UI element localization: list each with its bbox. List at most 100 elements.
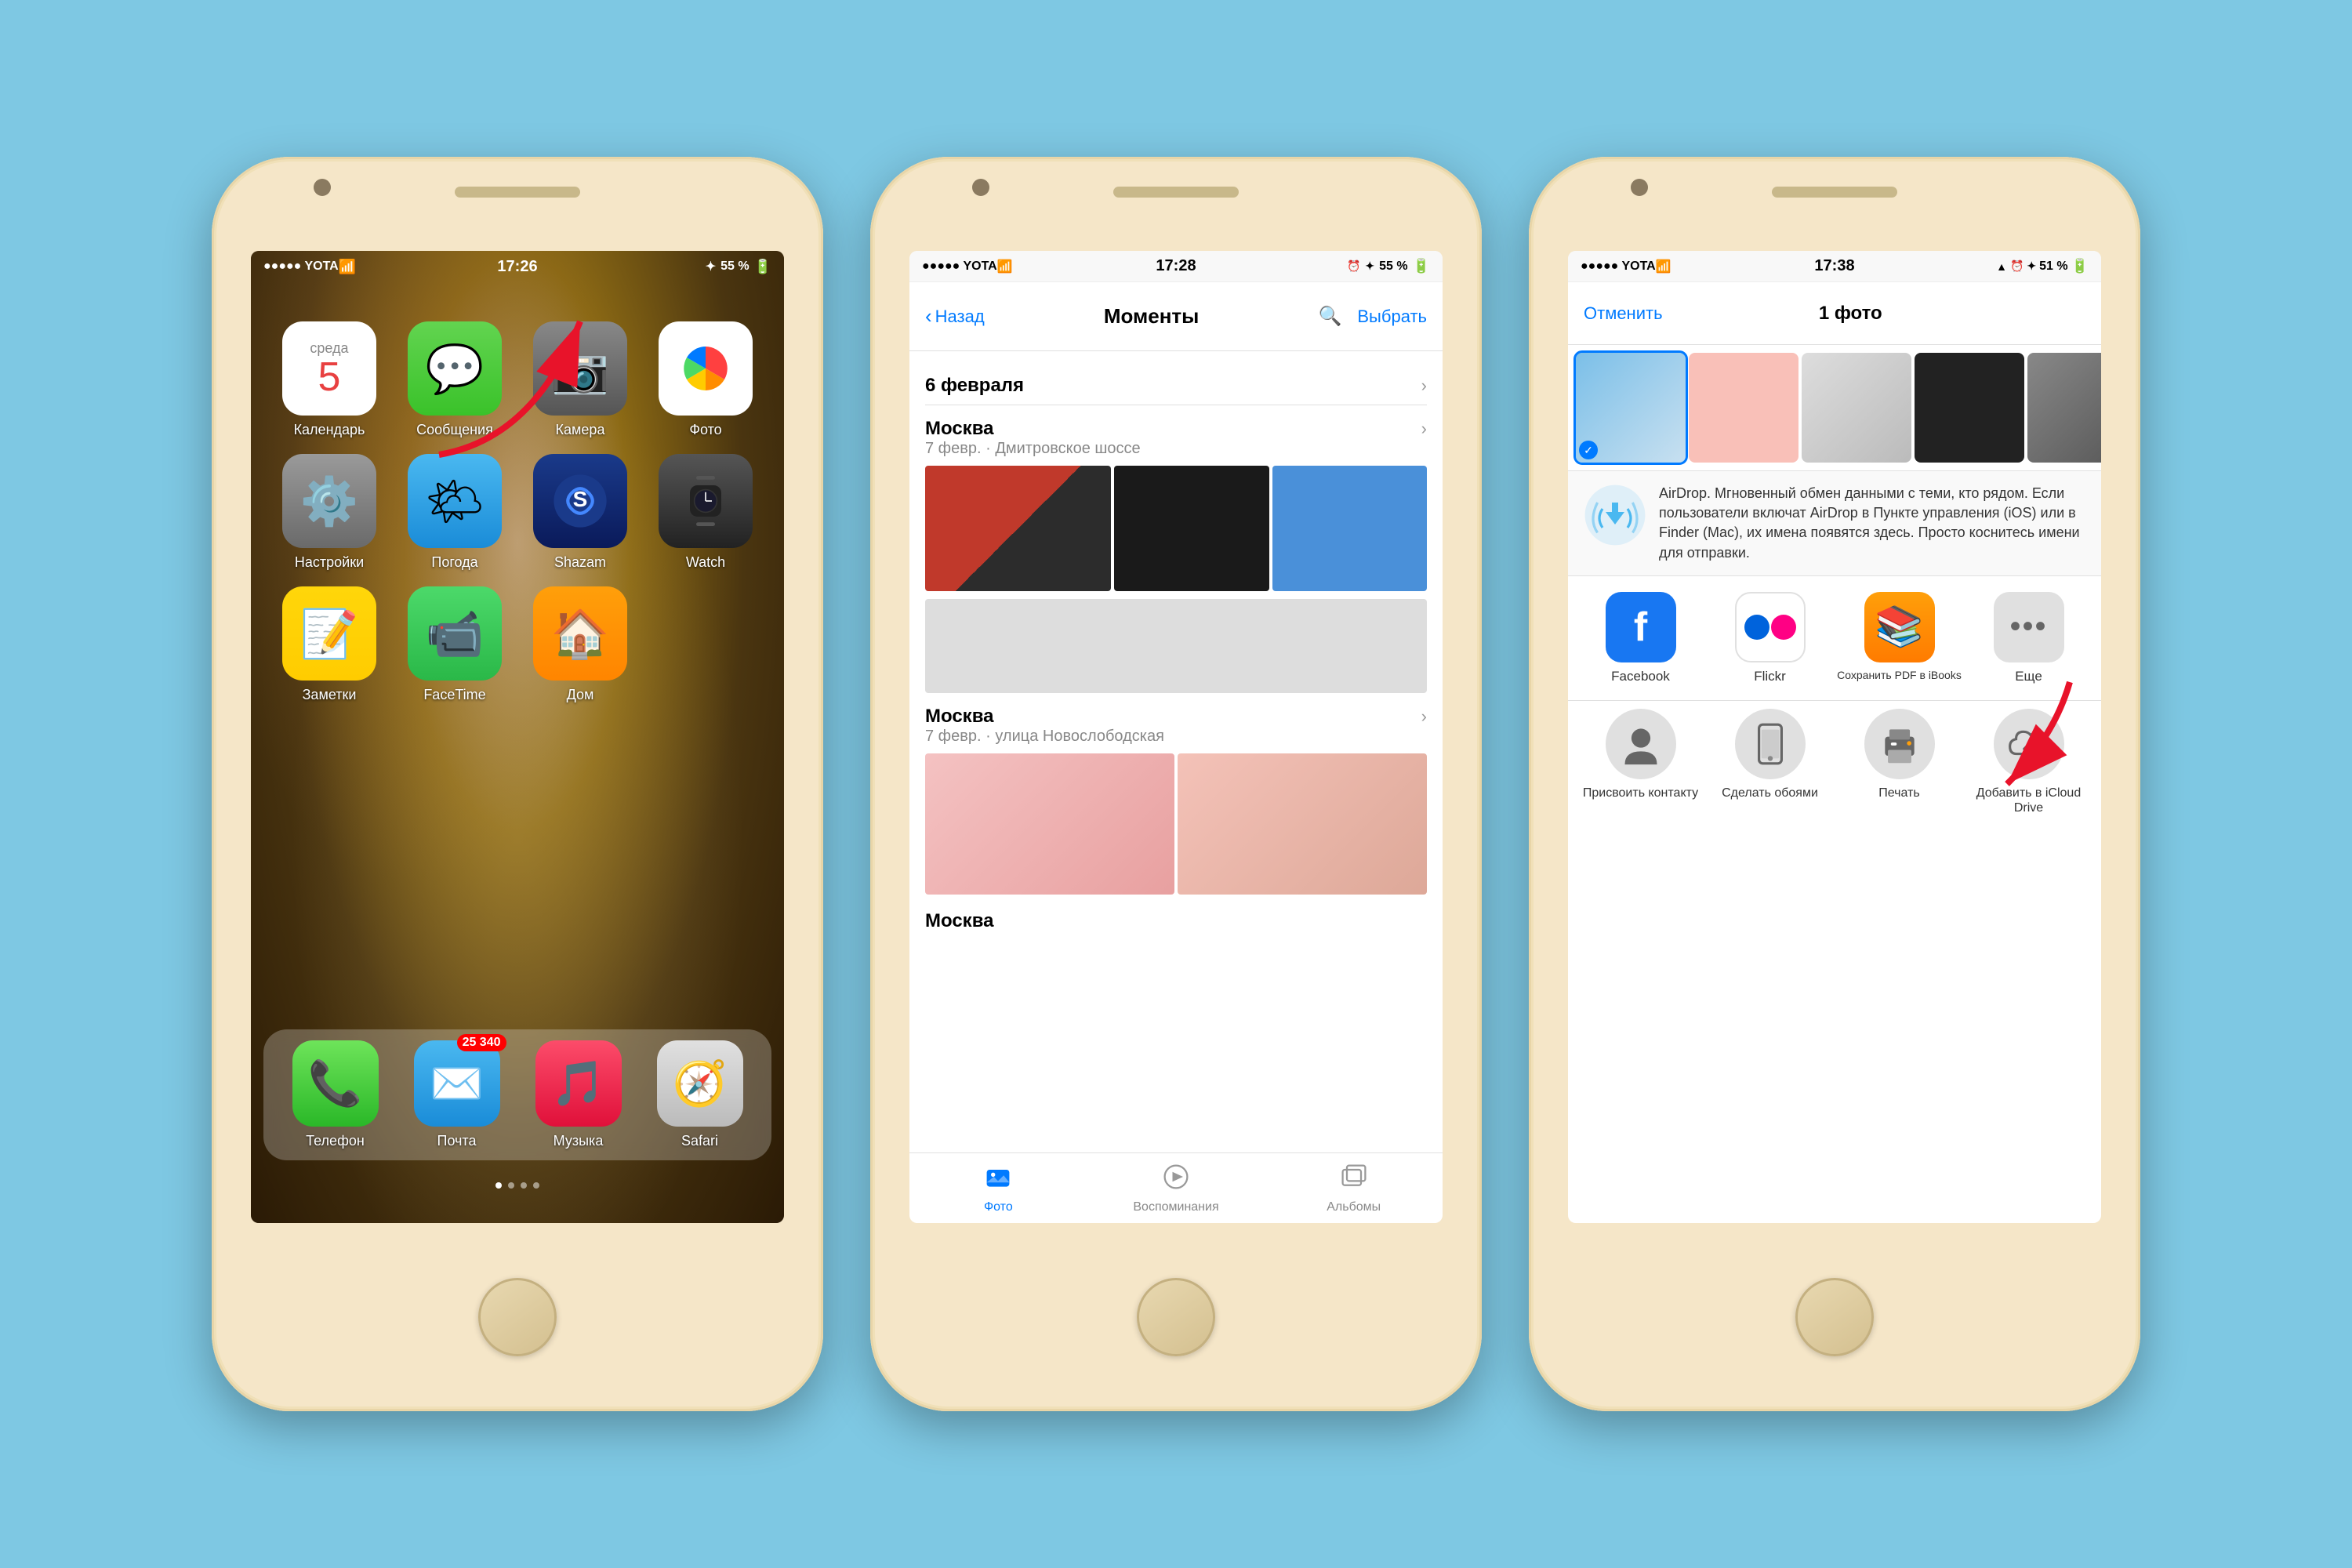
tab-albums[interactable]: Альбомы xyxy=(1265,1163,1443,1214)
front-camera-3 xyxy=(1631,179,1648,196)
weather-label: Погода xyxy=(431,554,477,571)
app-notes[interactable]: 📝 Заметки xyxy=(274,586,384,703)
front-camera-2 xyxy=(972,179,989,196)
search-icon-2[interactable]: 🔍 xyxy=(1318,305,1341,328)
app-facetime[interactable]: 📹 FaceTime xyxy=(400,586,510,703)
battery-2: 55 % xyxy=(1379,260,1407,274)
status-right-1: ✦ 55 % 🔋 xyxy=(706,259,771,275)
page-dot-2 xyxy=(508,1182,514,1189)
calendar-day: 5 xyxy=(318,357,341,397)
status-bar-3: ●●●●● YOTA 📶 17:38 ▲ ⏰ ✦ 51 % 🔋 xyxy=(1568,251,2101,282)
home-button-1[interactable] xyxy=(478,1278,557,1356)
wallpaper-action-icon xyxy=(1735,709,1806,779)
app-photos[interactable]: Фото xyxy=(651,321,760,438)
weather-icon: 🌤 xyxy=(408,454,502,548)
dock-phone[interactable]: 📞 Телефон xyxy=(292,1040,379,1149)
alarm-icon-2: ⏰ xyxy=(1347,260,1360,273)
facebook-symbol: f xyxy=(1634,604,1647,651)
share-icons-row: f Facebook Flickr xyxy=(1568,576,2101,700)
app-home[interactable]: 🏠 Дом xyxy=(525,586,635,703)
print-svg xyxy=(1878,722,1922,766)
contact-label: Присвоить контакту xyxy=(1583,786,1698,800)
date-section-1: 6 февраля › xyxy=(925,367,1427,405)
mail-badge: 25 340 xyxy=(457,1034,506,1051)
photo-blue-text[interactable] xyxy=(1272,466,1428,591)
home-button-2[interactable] xyxy=(1137,1278,1215,1356)
home-button-3[interactable] xyxy=(1795,1278,1874,1356)
app-shazam[interactable]: S Shazam xyxy=(525,454,635,571)
share-app: ●●●●● YOTA 📶 17:38 ▲ ⏰ ✦ 51 % 🔋 Отменить… xyxy=(1568,251,2101,1223)
alarm-icon-3: ⏰ xyxy=(2010,260,2024,273)
share-flickr[interactable]: Flickr xyxy=(1705,592,1835,684)
share-ibooks[interactable]: 📚 Сохранить PDF в iBooks xyxy=(1835,592,1964,684)
contact-action-icon xyxy=(1606,709,1676,779)
tab-memories-icon xyxy=(1162,1163,1190,1197)
app-settings[interactable]: ⚙️ Настройки xyxy=(274,454,384,571)
app-messages[interactable]: 💬 Сообщения xyxy=(400,321,510,438)
strip-photo-3[interactable] xyxy=(1802,353,1911,463)
camera-label: Камера xyxy=(556,422,605,438)
action-icloud[interactable]: Добавить в iCloud Drive xyxy=(1964,709,2093,815)
speaker-3 xyxy=(1772,187,1897,198)
action-print[interactable]: Печать xyxy=(1835,709,1964,815)
carrier-1: ●●●●● YOTA xyxy=(263,260,339,274)
app-weather[interactable]: 🌤 Погода xyxy=(400,454,510,571)
cancel-button-3[interactable]: Отменить xyxy=(1584,303,1663,324)
music-app-icon: 🎵 xyxy=(535,1040,622,1127)
app-calendar[interactable]: среда 5 Календарь xyxy=(274,321,384,438)
strip-photo-2[interactable] xyxy=(1689,353,1798,463)
photo-vr[interactable] xyxy=(925,466,1111,591)
bt-icon-2: ✦ xyxy=(1365,260,1374,273)
tab-photos[interactable]: Фото xyxy=(909,1163,1087,1214)
action-wallpaper[interactable]: Сделать обоями xyxy=(1705,709,1835,815)
location-title-row-1: Москва › xyxy=(925,418,1427,440)
home-symbol: 🏠 xyxy=(551,606,610,662)
photo-black[interactable] xyxy=(1114,466,1269,591)
dock-safari-label: Safari xyxy=(681,1133,718,1149)
moments-scroll[interactable]: 6 февраля › Москва › 7 февр. · Дмитровск… xyxy=(909,351,1443,1152)
print-action-icon xyxy=(1864,709,1935,779)
selected-check-1: ✓ xyxy=(1579,441,1598,459)
icloud-action-icon xyxy=(1994,709,2064,779)
share-more[interactable]: ••• Еще xyxy=(1964,592,2093,684)
photos-tab-svg xyxy=(984,1163,1012,1191)
strip-photo-5[interactable] xyxy=(2027,353,2101,463)
app-watch[interactable]: Watch xyxy=(651,454,760,571)
select-button-2[interactable]: Выбрать xyxy=(1357,307,1427,327)
phone-2: ●●●●● YOTA 📶 17:28 ⏰ ✦ 55 % 🔋 ‹ Назад Мо… xyxy=(870,157,1482,1411)
location-title-row-2: Москва › xyxy=(925,706,1427,728)
watch-svg xyxy=(678,470,733,532)
date-chevron-1: › xyxy=(1421,376,1427,396)
safari-symbol: 🧭 xyxy=(673,1058,728,1109)
photo-strip: ✓ xyxy=(1568,345,2101,470)
share-facebook[interactable]: f Facebook xyxy=(1576,592,1705,684)
photo-wide-1[interactable] xyxy=(925,599,1427,693)
status-right-3: ▲ ⏰ ✦ 51 % 🔋 xyxy=(1996,258,2089,274)
bt-icon-1: ✦ xyxy=(706,259,716,274)
location-city-1: Москва xyxy=(925,418,993,440)
action-contact[interactable]: Присвоить контакту xyxy=(1576,709,1705,815)
back-button-2[interactable]: ‹ Назад xyxy=(925,304,985,328)
tab-memories-label: Воспоминания xyxy=(1133,1200,1218,1214)
tab-memories[interactable]: Воспоминания xyxy=(1087,1163,1265,1214)
status-right-2: ⏰ ✦ 55 % 🔋 xyxy=(1347,258,1430,274)
battery-icon-2: 🔋 xyxy=(1413,258,1430,274)
phone-3-top xyxy=(1529,157,2140,251)
time-3: 17:38 xyxy=(1814,257,1854,275)
phone-3: ●●●●● YOTA 📶 17:38 ▲ ⏰ ✦ 51 % 🔋 Отменить… xyxy=(1529,157,2140,1411)
photo-iphone-1[interactable] xyxy=(925,753,1174,895)
photo-iphone-2[interactable] xyxy=(1178,753,1427,895)
dock-phone-label: Телефон xyxy=(306,1133,365,1149)
watch-icon xyxy=(659,454,753,548)
strip-photo-4[interactable] xyxy=(1915,353,2024,463)
nav-title-2: Моменты xyxy=(993,304,1311,328)
strip-photo-1[interactable]: ✓ xyxy=(1576,353,1686,463)
dock-safari[interactable]: 🧭 Safari xyxy=(657,1040,743,1149)
flickr-label: Flickr xyxy=(1754,669,1786,684)
tab-photos-icon xyxy=(984,1163,1012,1197)
dock-mail[interactable]: ✉️ 25 340 Почта xyxy=(414,1040,500,1149)
page-dots xyxy=(251,1182,784,1189)
app-camera[interactable]: 📷 Камера xyxy=(525,321,635,438)
dock-music[interactable]: 🎵 Музыка xyxy=(535,1040,622,1149)
phone-3-screen: ●●●●● YOTA 📶 17:38 ▲ ⏰ ✦ 51 % 🔋 Отменить… xyxy=(1568,251,2101,1223)
